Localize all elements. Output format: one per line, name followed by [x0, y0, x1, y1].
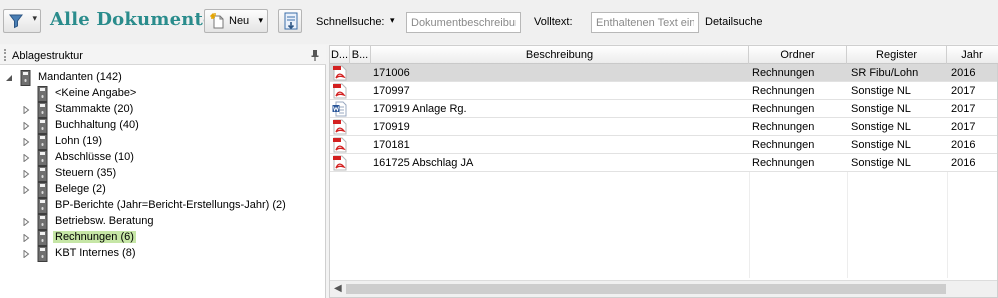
quicksearch-label: Schnellsuche: [316, 16, 385, 28]
horizontal-scrollbar[interactable]: ◀ [330, 280, 997, 297]
cell-register: Sonstige NL [851, 103, 911, 115]
tree-item-label: Betriebsw. Beratung [55, 215, 154, 227]
tree-item-label: BP-Berichte (Jahr=Bericht-Erstellungs-Ja… [55, 199, 286, 211]
cell-jahr: 2016 [951, 67, 976, 79]
cell-register: Sonstige NL [851, 85, 911, 97]
cell-jahr: 2017 [951, 103, 976, 115]
expand-arrow-icon[interactable] [22, 137, 30, 147]
tree-item-label: KBT Internes (8) [55, 247, 136, 259]
tree-item-label: Mandanten (142) [38, 71, 122, 83]
cell-beschreibung: 170919 [373, 121, 410, 133]
tree-item-label: Steuern (35) [55, 167, 117, 179]
scrollbar-thumb[interactable] [346, 284, 946, 294]
cell-jahr: 2016 [951, 139, 976, 151]
column-header-ordner[interactable]: Ordner [749, 46, 847, 64]
fulltext-input[interactable] [591, 12, 699, 33]
folder-structure-pane: Ablagestruktur Mandanten (142) <Keine Ang… [0, 45, 326, 298]
table-row[interactable]: 171006 Rechnungen SR Fibu/Lohn 2016 [330, 64, 997, 82]
word-icon [330, 100, 350, 118]
scroll-left-icon[interactable]: ◀ [334, 283, 342, 294]
cell-jahr: 2016 [951, 157, 976, 169]
expand-arrow-icon[interactable] [22, 217, 30, 227]
expand-arrow-icon[interactable] [22, 249, 30, 259]
cell-register: Sonstige NL [851, 157, 911, 169]
expand-arrow-icon[interactable] [22, 121, 30, 131]
column-header-type[interactable]: D... [330, 46, 350, 64]
drag-grip[interactable] [4, 49, 6, 61]
chevron-down-icon: ▾ [32, 13, 37, 23]
pdf-icon [330, 64, 350, 82]
quicksearch-input[interactable] [406, 12, 521, 33]
tree-item-label: Abschlüsse (10) [55, 151, 134, 163]
expand-arrow-icon[interactable] [22, 233, 30, 243]
cell-ordner: Rechnungen [752, 139, 815, 151]
tree-item-label: Belege (2) [55, 183, 106, 195]
expand-arrow-icon[interactable] [22, 105, 30, 115]
toolbar: ▾ Alle Dokumente Neu ▾ Schnellsuche: ▾ V… [0, 0, 998, 44]
quicksearch-options-chevron-icon[interactable]: ▾ [390, 15, 395, 26]
cell-register: SR Fibu/Lohn [851, 67, 919, 79]
cell-ordner: Rechnungen [752, 67, 815, 79]
new-button[interactable]: Neu ▾ [204, 9, 268, 33]
view-title: Alle Dokumente [50, 9, 215, 30]
cell-beschreibung: 170181 [373, 139, 410, 151]
cell-register: Sonstige NL [851, 139, 911, 151]
expanded-arrow-icon[interactable] [5, 73, 13, 81]
table-row[interactable]: 170919 Rechnungen Sonstige NL 2017 [330, 118, 997, 136]
new-button-label: Neu [229, 15, 250, 27]
pane-title: Ablagestruktur [12, 50, 83, 62]
table-row[interactable]: 170997 Rechnungen Sonstige NL 2017 [330, 82, 997, 100]
pdf-icon [330, 154, 350, 172]
binder-icon [35, 246, 49, 265]
cell-beschreibung: 170919 Anlage Rg. [373, 103, 467, 115]
cell-ordner: Rechnungen [752, 85, 815, 97]
pane-header: Ablagestruktur [0, 45, 326, 65]
binder-icon [18, 70, 32, 89]
column-header-beschreibung[interactable]: Beschreibung [371, 46, 749, 64]
cell-ordner: Rechnungen [752, 121, 815, 133]
tree-item-label: <Keine Angabe> [55, 87, 137, 99]
cell-ordner: Rechnungen [752, 157, 815, 169]
cell-beschreibung: 170997 [373, 85, 410, 97]
column-header-jahr[interactable]: Jahr [947, 46, 997, 64]
expand-arrow-icon[interactable] [22, 153, 30, 163]
expand-arrow-icon[interactable] [22, 169, 30, 179]
document-import-icon [282, 12, 300, 35]
cell-beschreibung: 161725 Abschlag JA [373, 157, 474, 169]
fulltext-label: Volltext: [534, 16, 573, 28]
tree-item-label: Buchhaltung (40) [55, 119, 139, 131]
cell-register: Sonstige NL [851, 121, 911, 133]
detail-search-link[interactable]: Detailsuche [705, 16, 762, 28]
column-header-register[interactable]: Register [847, 46, 947, 64]
table-row[interactable]: 161725 Abschlag JA Rechnungen Sonstige NL 2… [330, 154, 997, 172]
column-header-b[interactable]: B... [350, 46, 371, 64]
pdf-icon [330, 118, 350, 136]
cell-ordner: Rechnungen [752, 103, 815, 115]
cell-jahr: 2017 [951, 121, 976, 133]
cell-beschreibung: 171006 [373, 67, 410, 79]
scan-document-button[interactable] [278, 9, 302, 33]
new-document-icon [209, 12, 226, 32]
cell-jahr: 2017 [951, 85, 976, 97]
pin-icon[interactable] [310, 49, 320, 64]
pdf-icon [330, 136, 350, 154]
expand-arrow-icon[interactable] [22, 185, 30, 195]
table-row[interactable]: 170181 Rechnungen Sonstige NL 2016 [330, 136, 997, 154]
filter-icon [8, 13, 24, 32]
table-row[interactable]: 170919 Anlage Rg. Rechnungen Sonstige NL 20… [330, 100, 997, 118]
tree-item-label: Lohn (19) [55, 135, 103, 147]
grid-header: D... B... Beschreibung Ordner Register J… [330, 46, 998, 64]
pdf-icon [330, 82, 350, 100]
filter-button[interactable]: ▾ [3, 9, 41, 33]
tree-item-label: Rechnungen (6) [53, 231, 136, 243]
document-grid: D... B... Beschreibung Ordner Register J… [329, 45, 998, 298]
chevron-down-icon: ▾ [258, 15, 263, 25]
tree-item-label: Stammakte (20) [55, 103, 134, 115]
